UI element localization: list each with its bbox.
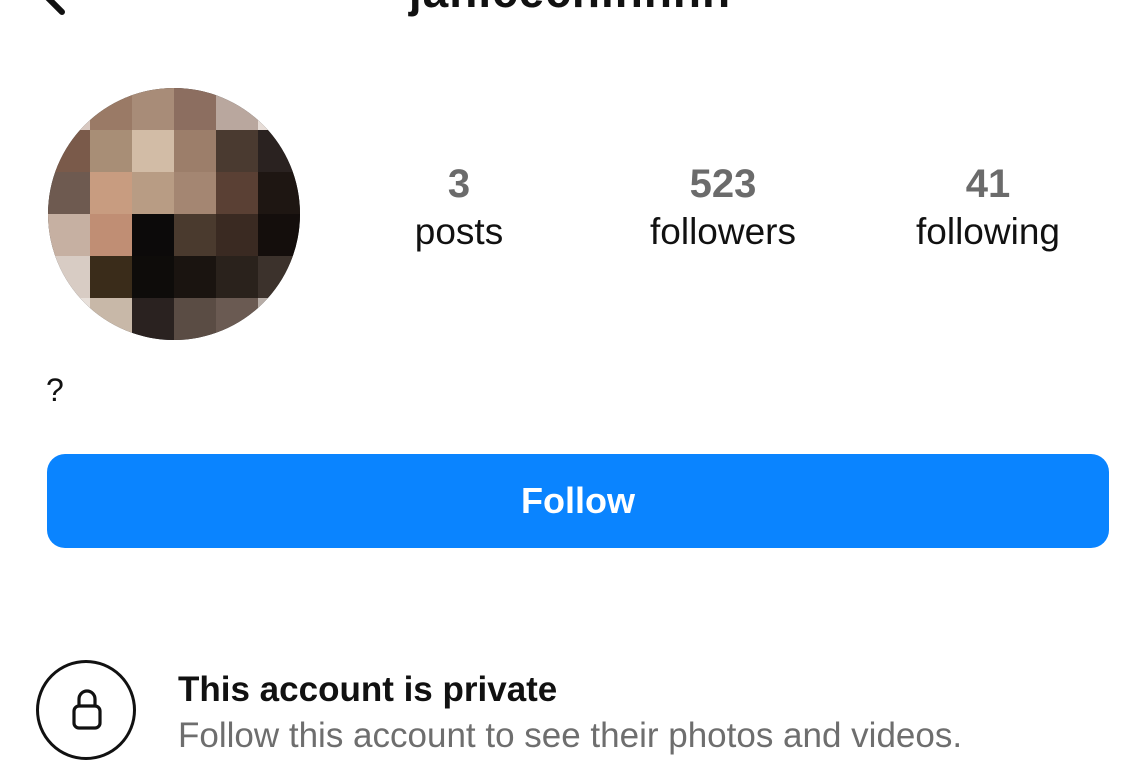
pixelated-avatar-image: [48, 88, 300, 340]
avatar-mosaic-tile: [174, 172, 216, 214]
avatar-mosaic-tile: [90, 130, 132, 172]
avatar-mosaic-tile: [48, 214, 90, 256]
avatar-mosaic-tile: [48, 298, 90, 340]
avatar-mosaic-tile: [90, 214, 132, 256]
following-count-value: 41: [965, 162, 1011, 206]
avatar-mosaic-tile: [48, 88, 90, 130]
avatar-mosaic-tile: [174, 256, 216, 298]
avatar-mosaic-tile: [132, 88, 174, 130]
followers-count-label: followers: [650, 211, 796, 252]
avatar-mosaic-tile: [174, 298, 216, 340]
profile-username: janicechinnnn: [0, 0, 1140, 18]
avatar-mosaic-tile: [258, 130, 300, 172]
lock-icon-circle: [36, 660, 136, 760]
avatar-mosaic-tile: [258, 214, 300, 256]
avatar-mosaic-tile: [90, 256, 132, 298]
avatar-mosaic-tile: [216, 130, 258, 172]
follow-button[interactable]: Follow: [47, 454, 1109, 548]
avatar-mosaic-tile: [258, 256, 300, 298]
avatar-mosaic-tile: [48, 256, 90, 298]
avatar-mosaic-tile: [90, 172, 132, 214]
avatar[interactable]: [48, 88, 300, 340]
avatar-mosaic-tile: [132, 298, 174, 340]
private-account-notice: This account is private Follow this acco…: [0, 656, 1140, 760]
posts-count-label: posts: [414, 211, 504, 252]
profile-header: janicechinnnn: [0, 0, 1140, 30]
avatar-mosaic-tile: [258, 298, 300, 340]
avatar-mosaic-tile: [174, 130, 216, 172]
avatar-mosaic-tile: [48, 172, 90, 214]
avatar-mosaic-tile: [132, 214, 174, 256]
avatar-mosaic-tile: [90, 298, 132, 340]
avatar-mosaic-tile: [174, 88, 216, 130]
avatar-mosaic-tile: [132, 256, 174, 298]
following-count-label: following: [916, 211, 1060, 252]
profile-bio: ?: [46, 372, 64, 408]
avatar-mosaic-tile: [258, 172, 300, 214]
avatar-mosaic-tile: [174, 214, 216, 256]
private-notice-subtitle: Follow this account to see their photos …: [178, 716, 963, 755]
posts-count-value: 3: [447, 162, 471, 206]
posts-count[interactable]: 3 posts: [398, 160, 520, 256]
avatar-mosaic-tile: [48, 130, 90, 172]
followers-count-value: 523: [689, 162, 757, 206]
followers-count[interactable]: 523 followers: [628, 160, 818, 256]
avatar-mosaic-tile: [216, 256, 258, 298]
avatar-mosaic-tile: [216, 214, 258, 256]
avatar-mosaic-tile: [132, 172, 174, 214]
avatar-mosaic-tile: [90, 88, 132, 130]
avatar-mosaic-tile: [216, 298, 258, 340]
following-count[interactable]: 41 following: [892, 160, 1084, 256]
private-notice-title: This account is private: [178, 670, 558, 709]
avatar-mosaic-tile: [216, 172, 258, 214]
avatar-mosaic-tile: [132, 130, 174, 172]
avatar-mosaic-tile: [258, 88, 300, 130]
avatar-mosaic-tile: [216, 88, 258, 130]
